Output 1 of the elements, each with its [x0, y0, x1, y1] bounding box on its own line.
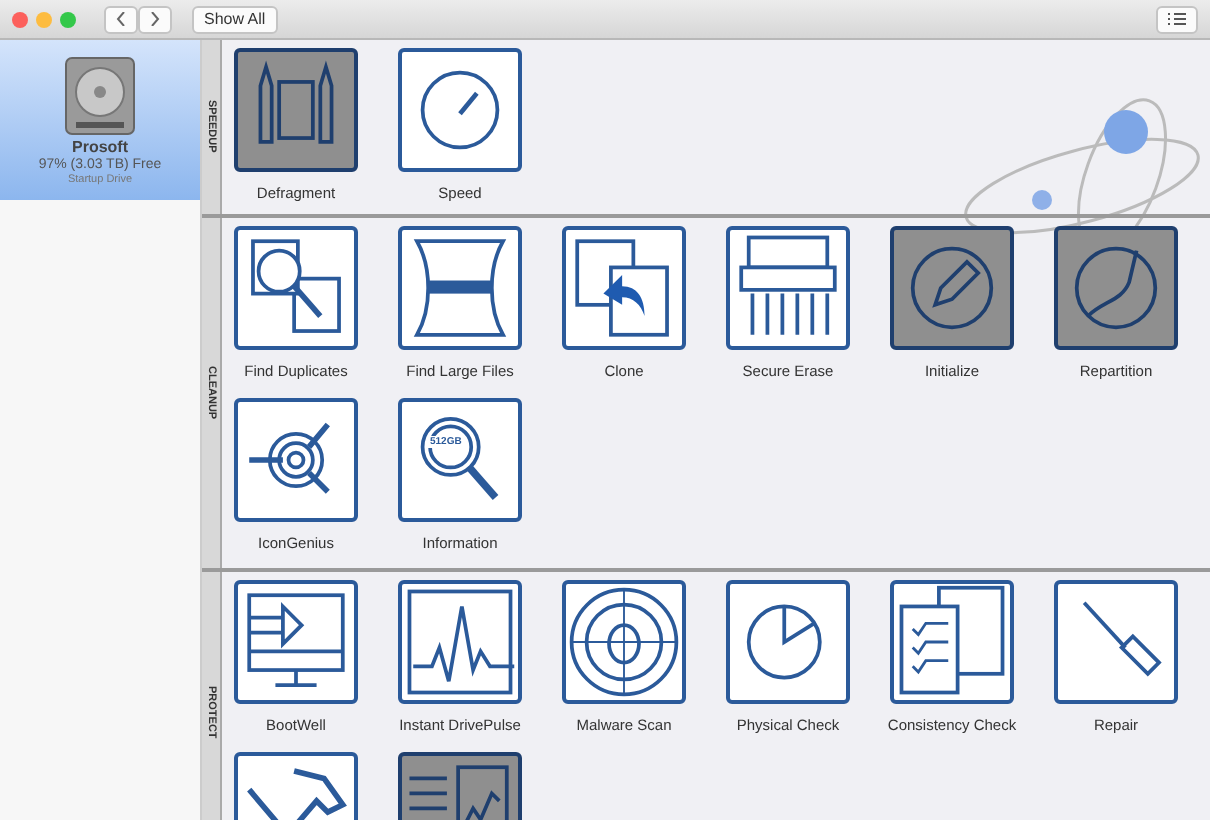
show-all-button[interactable]: Show All [192, 5, 278, 33]
